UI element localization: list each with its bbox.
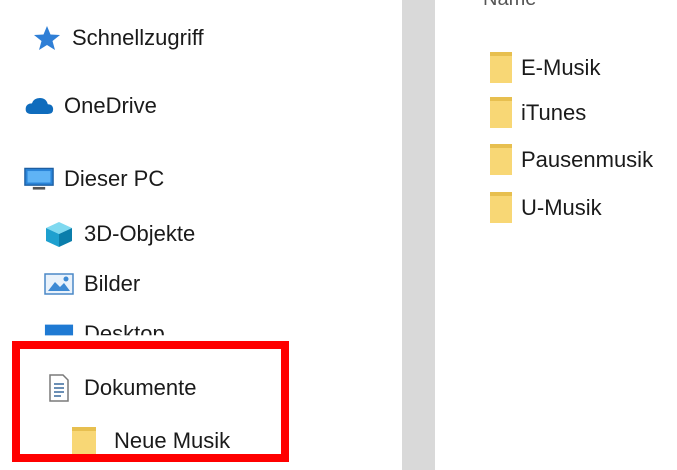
nav-item-onedrive[interactable]: OneDrive [24, 86, 157, 126]
nav-item-label: Neue Musik [114, 428, 231, 453]
folder-icon [489, 97, 515, 129]
nav-item-documents[interactable]: Dokumente [44, 368, 197, 408]
cube-icon [44, 220, 74, 248]
star-icon [32, 24, 62, 52]
file-list-item[interactable]: E-Musik [489, 50, 600, 86]
file-name: E-Musik [521, 55, 601, 80]
file-list-item[interactable]: iTunes [489, 95, 586, 131]
file-list-item[interactable]: U-Musik [489, 190, 602, 226]
content-pane: Name E-Musik iTunes Pausenmusik U-Musik [435, 0, 677, 470]
folder-icon [489, 52, 515, 84]
nav-item-quick-access[interactable]: Schnellzugriff [32, 18, 204, 58]
nav-item-label: 3D-Objekte [84, 221, 196, 246]
folder-icon [489, 192, 515, 224]
nav-item-label: Bilder [84, 271, 141, 296]
file-list-item[interactable]: Pausenmusik [489, 142, 653, 178]
name-column-header[interactable]: Name [483, 0, 536, 11]
pane-splitter[interactable] [402, 0, 435, 470]
nav-item-this-pc[interactable]: Dieser PC [24, 159, 164, 199]
nav-item-3d-objects[interactable]: 3D-Objekte [44, 214, 195, 254]
navigation-pane: Schnellzugriff OneDrive Dieser PC 3D-Obj… [0, 0, 402, 470]
nav-item-pictures[interactable]: Bilder [44, 264, 140, 304]
nav-item-desktop[interactable]: Desktop [44, 314, 165, 354]
folder-icon [64, 427, 104, 457]
document-icon [44, 374, 74, 402]
desktop-icon [44, 320, 74, 336]
folder-icon [489, 144, 515, 176]
nav-item-label: Dieser PC [64, 166, 165, 191]
nav-item-label: Desktop [84, 321, 165, 346]
nav-item-label: Dokumente [84, 375, 197, 400]
file-name: iTunes [521, 100, 587, 125]
nav-item-neue-musik[interactable]: Neue Musik [64, 421, 230, 461]
monitor-icon [24, 165, 54, 193]
nav-item-label: OneDrive [64, 93, 157, 118]
file-name: Pausenmusik [521, 147, 654, 172]
file-name: U-Musik [521, 195, 602, 220]
pictures-icon [44, 270, 74, 298]
nav-item-label: Schnellzugriff [72, 25, 204, 50]
cloud-icon [24, 92, 54, 120]
